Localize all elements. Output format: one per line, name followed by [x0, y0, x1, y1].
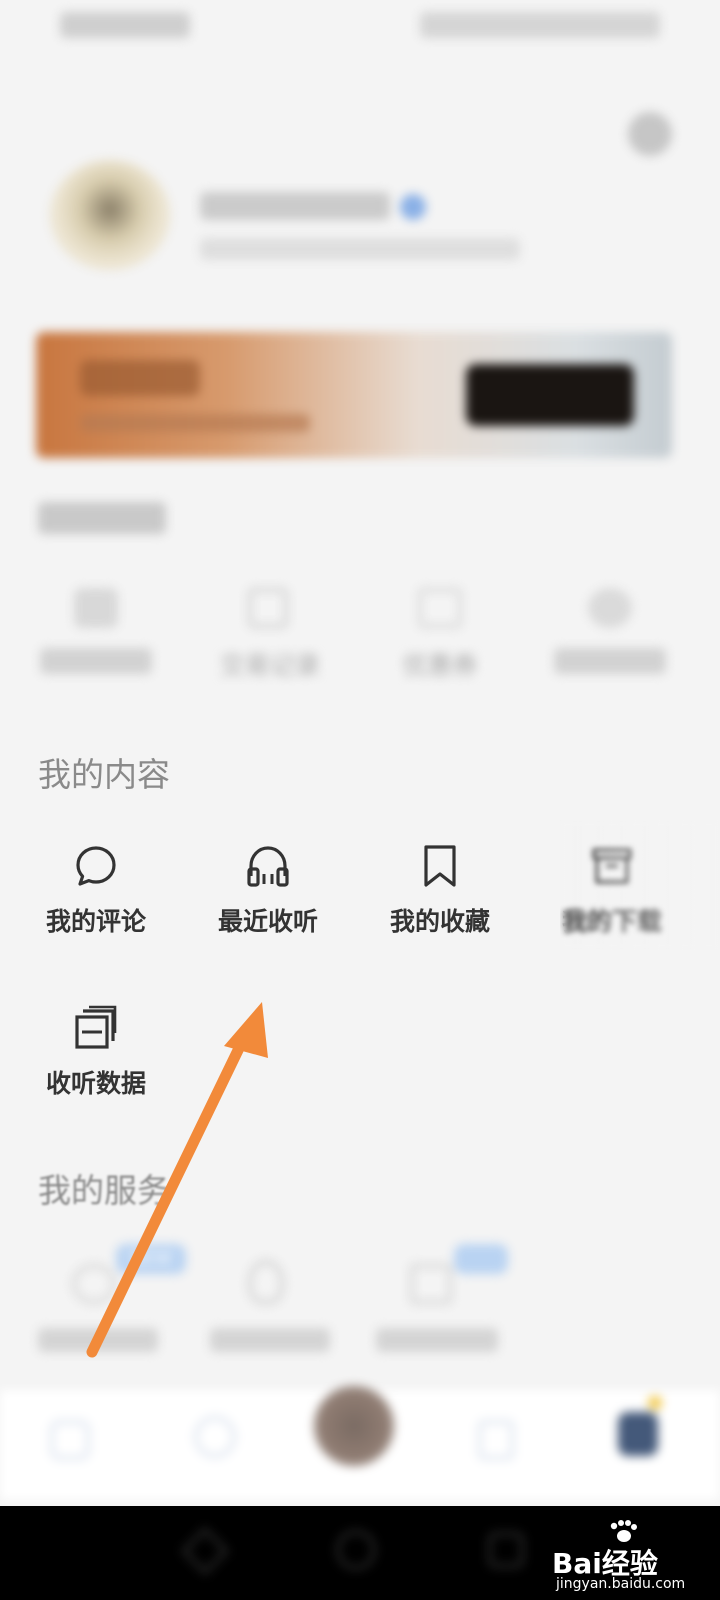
- watermark-url: jingyan.baidu.com: [556, 1576, 686, 1592]
- watermark: Bai经验 jingyan.baidu.com: [552, 1520, 720, 1596]
- baidu-paw-icon: [608, 1520, 638, 1544]
- pointer-arrow: [86, 1002, 268, 1358]
